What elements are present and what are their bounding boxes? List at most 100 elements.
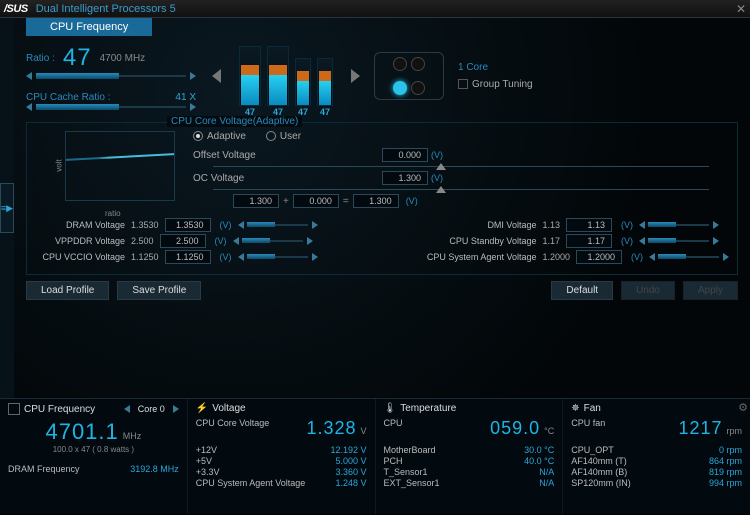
core-next-icon[interactable] bbox=[351, 69, 360, 83]
row-label: +12V bbox=[196, 445, 217, 455]
mode-user-label: User bbox=[280, 131, 301, 142]
chevron-left-icon[interactable] bbox=[26, 72, 32, 80]
load-profile-button[interactable]: Load Profile bbox=[26, 281, 109, 300]
core-dot[interactable] bbox=[411, 81, 425, 95]
ratio-slider[interactable] bbox=[26, 72, 196, 80]
voltage-field[interactable]: 1.1250 bbox=[165, 250, 211, 264]
row-value: 5.000 V bbox=[335, 456, 366, 466]
row-label: CPU System Agent Voltage bbox=[196, 478, 306, 488]
voltage-slider[interactable] bbox=[649, 253, 729, 261]
voltage-field[interactable]: 1.3530 bbox=[165, 218, 211, 232]
mode-adaptive-radio[interactable] bbox=[193, 131, 203, 141]
core-prev-icon[interactable] bbox=[212, 69, 221, 83]
voltage-current: 1.3530 bbox=[131, 220, 159, 230]
voltage-field[interactable]: 1.2000 bbox=[576, 250, 622, 264]
row-value: 12.192 V bbox=[330, 445, 366, 455]
chevron-left-icon[interactable] bbox=[639, 237, 645, 245]
group-tuning-checkbox[interactable] bbox=[458, 79, 468, 89]
core-bar[interactable]: 47 bbox=[267, 46, 289, 106]
chevron-left-icon[interactable] bbox=[238, 221, 244, 229]
voltage-slider[interactable] bbox=[238, 253, 318, 261]
voltage-slider[interactable] bbox=[233, 237, 313, 245]
eq-res: 1.300 bbox=[353, 194, 399, 208]
chevron-right-icon[interactable] bbox=[713, 221, 719, 229]
chevron-left-icon[interactable] bbox=[26, 103, 32, 111]
voltage-field[interactable]: 2.500 bbox=[160, 234, 206, 248]
save-profile-button[interactable]: Save Profile bbox=[117, 281, 201, 300]
voltage-name: CPU VCCIO Voltage bbox=[35, 252, 125, 262]
voltage-chart bbox=[65, 131, 175, 201]
row-label: +3.3V bbox=[196, 467, 220, 477]
row-label: EXT_Sensor1 bbox=[384, 478, 440, 488]
mode-user-radio[interactable] bbox=[266, 131, 276, 141]
core-bar[interactable]: 47 bbox=[295, 58, 311, 106]
ratio-mhz: 4700 MHz bbox=[100, 53, 146, 64]
cpu-fan: 1217 bbox=[678, 418, 722, 438]
voltage-current: 1.1250 bbox=[131, 252, 159, 262]
voltage-current: 2.500 bbox=[131, 236, 154, 246]
side-handle[interactable]: ≡▶ bbox=[0, 18, 14, 398]
chevron-right-icon[interactable] bbox=[307, 237, 313, 245]
core-prev-icon[interactable] bbox=[124, 405, 130, 413]
tab-cpu-frequency[interactable]: CPU Frequency bbox=[26, 18, 152, 36]
eq-a: 1.300 bbox=[233, 194, 279, 208]
voltage-name: CPU Standby Voltage bbox=[406, 236, 536, 246]
expand-icon[interactable]: ≡▶ bbox=[0, 183, 14, 233]
chevron-right-icon[interactable] bbox=[190, 72, 196, 80]
chevron-right-icon[interactable] bbox=[723, 253, 729, 261]
panel-voltage: ⚡Voltage CPU Core Voltage1.328V +12V12.1… bbox=[188, 399, 376, 514]
row-label: AF140mm (B) bbox=[571, 467, 627, 477]
chevron-left-icon[interactable] bbox=[649, 253, 655, 261]
row-label: T_Sensor1 bbox=[384, 467, 428, 477]
ratio-value: 47 bbox=[63, 44, 92, 72]
voltage-field[interactable]: 1.13 bbox=[566, 218, 612, 232]
chevron-left-icon[interactable] bbox=[639, 221, 645, 229]
mode-adaptive-label: Adaptive bbox=[207, 131, 246, 142]
core-bar[interactable]: 47 bbox=[239, 46, 261, 106]
core-dot[interactable] bbox=[393, 81, 407, 95]
voltage-slider[interactable] bbox=[639, 237, 719, 245]
voltage-slider[interactable] bbox=[238, 221, 318, 229]
offset-voltage-slider[interactable] bbox=[213, 166, 709, 167]
chevron-right-icon[interactable] bbox=[312, 253, 318, 261]
default-button[interactable]: Default bbox=[551, 281, 613, 300]
thermometer-icon: 🌡 bbox=[384, 403, 397, 414]
chevron-right-icon[interactable] bbox=[190, 103, 196, 111]
voltage-slider[interactable] bbox=[639, 221, 719, 229]
chevron-right-icon[interactable] bbox=[312, 221, 318, 229]
oc-voltage-field[interactable]: 1.300 bbox=[382, 171, 428, 185]
core-bars: 47 47 47 47 bbox=[239, 46, 333, 106]
core-next-icon[interactable] bbox=[173, 405, 179, 413]
chevron-right-icon[interactable] bbox=[713, 237, 719, 245]
row-label: MotherBoard bbox=[384, 445, 436, 455]
undo-button[interactable]: Undo bbox=[621, 281, 675, 300]
offset-voltage-label: Offset Voltage bbox=[193, 150, 256, 161]
voltage-section-title: CPU Core Voltage(Adaptive) bbox=[167, 116, 302, 127]
chevron-left-icon[interactable] bbox=[238, 253, 244, 261]
row-value: N/A bbox=[539, 478, 554, 488]
core-select[interactable]: Core 0 bbox=[138, 404, 165, 414]
offset-voltage-field[interactable]: 0.000 bbox=[382, 148, 428, 162]
core-voltage: 1.328 bbox=[306, 418, 356, 438]
chart-x-label: ratio bbox=[105, 209, 121, 218]
row-value: 864 rpm bbox=[709, 456, 742, 466]
core-dot[interactable] bbox=[411, 57, 425, 71]
voltage-field[interactable]: 1.17 bbox=[566, 234, 612, 248]
panel-cpu-frequency: CPU Frequency Core 0 4701.1MHz 100.0 x 4… bbox=[0, 399, 188, 514]
core-bar[interactable]: 47 bbox=[317, 58, 333, 106]
group-tuning-label: Group Tuning bbox=[472, 79, 533, 90]
core-selector[interactable] bbox=[374, 52, 444, 100]
eq-b: 0.000 bbox=[293, 194, 339, 208]
voltage-current: 1.17 bbox=[542, 236, 560, 246]
gear-icon[interactable]: ⚙ bbox=[738, 401, 748, 414]
close-icon[interactable]: ✕ bbox=[736, 2, 746, 16]
apply-button[interactable]: Apply bbox=[683, 281, 738, 300]
brand-logo: /SUS bbox=[4, 3, 28, 15]
chevron-left-icon[interactable] bbox=[233, 237, 239, 245]
core-dot[interactable] bbox=[393, 57, 407, 71]
row-value: 0 rpm bbox=[719, 445, 742, 455]
oc-voltage-slider[interactable] bbox=[213, 189, 709, 190]
ratio-label: Ratio : bbox=[26, 53, 55, 64]
cache-slider[interactable] bbox=[26, 103, 196, 111]
voltage-name: CPU System Agent Voltage bbox=[406, 252, 536, 262]
